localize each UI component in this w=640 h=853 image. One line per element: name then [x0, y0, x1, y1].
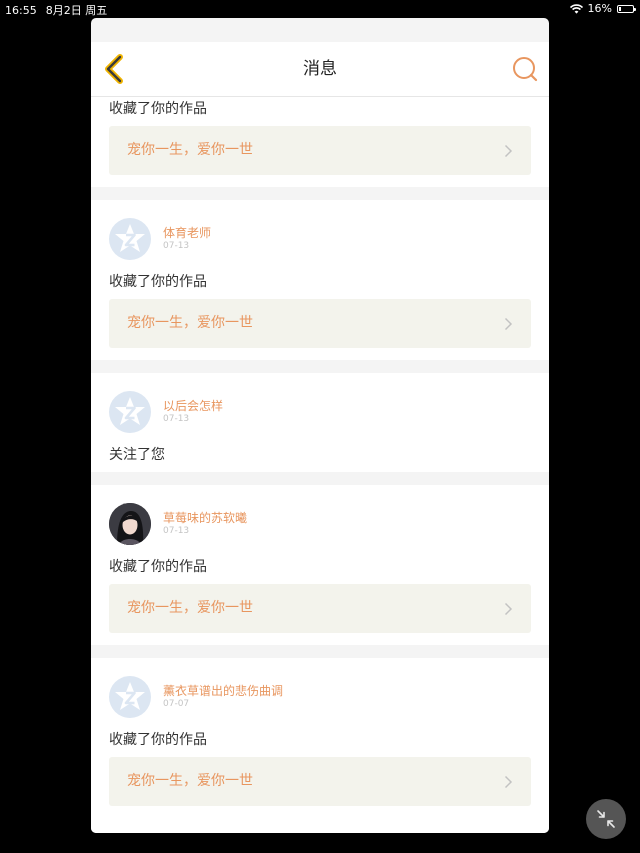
message-card: 收藏了你的作品 宠你一生，爱你一世 — [91, 97, 549, 187]
card-header: 薰衣草谱出的悲伤曲调 07-07 — [109, 676, 529, 718]
work-link[interactable]: 宠你一生，爱你一世 — [109, 126, 531, 175]
message-card: 体育老师 07-13 收藏了你的作品 宠你一生，爱你一世 — [91, 200, 549, 360]
app-panel: 消息 收藏了你的作品 宠你一生，爱你一世 体育老师 07-13 收藏了你的作品 — [91, 18, 549, 833]
message-date: 07-13 — [163, 526, 190, 536]
work-title: 宠你一生，爱你一世 — [127, 600, 253, 616]
action-text: 收藏了你的作品 — [109, 732, 207, 748]
chevron-right-icon — [504, 144, 513, 158]
message-feed[interactable]: 收藏了你的作品 宠你一生，爱你一世 体育老师 07-13 收藏了你的作品 宠你一… — [91, 97, 549, 833]
collapse-arrows-icon — [597, 810, 615, 828]
work-title: 宠你一生，爱你一世 — [127, 773, 253, 789]
nav-bar: 消息 — [91, 42, 549, 97]
chevron-right-icon — [504, 775, 513, 789]
message-card: 薰衣草谱出的悲伤曲调 07-07 收藏了你的作品 宠你一生，爱你一世 — [91, 658, 549, 833]
page-title: 消息 — [303, 59, 337, 79]
message-date: 07-07 — [163, 699, 190, 709]
card-header: 体育老师 07-13 — [109, 218, 529, 260]
username[interactable]: 草莓味的苏软曦 — [163, 509, 247, 526]
status-time: 16:55 — [5, 4, 37, 17]
work-title: 宠你一生，爱你一世 — [127, 142, 253, 158]
battery-percent: 16% — [587, 2, 612, 15]
action-text: 关注了您 — [109, 447, 165, 463]
default-avatar[interactable] — [109, 218, 151, 260]
work-title: 宠你一生，爱你一世 — [127, 315, 253, 331]
message-card: 以后会怎样 07-13 关注了您 — [91, 373, 549, 472]
work-link[interactable]: 宠你一生，爱你一世 — [109, 299, 531, 348]
status-bar: 16:55 8月2日 周五 16% — [0, 0, 640, 18]
default-avatar[interactable] — [109, 391, 151, 433]
status-left: 16:55 8月2日 周五 — [5, 2, 116, 18]
card-header: 以后会怎样 07-13 — [109, 391, 529, 433]
action-text: 收藏了你的作品 — [109, 559, 207, 575]
search-icon[interactable] — [511, 55, 539, 83]
message-date: 07-13 — [163, 414, 190, 424]
minimize-button[interactable] — [586, 799, 626, 839]
action-text: 收藏了你的作品 — [109, 274, 207, 290]
username[interactable]: 薰衣草谱出的悲伤曲调 — [163, 682, 283, 699]
chevron-right-icon — [504, 317, 513, 331]
username[interactable]: 体育老师 — [163, 224, 211, 241]
wifi-icon — [569, 3, 583, 14]
action-text: 收藏了你的作品 — [109, 101, 207, 117]
status-right: 16% — [569, 2, 636, 15]
status-date: 8月2日 周五 — [45, 4, 108, 17]
chevron-right-icon — [504, 602, 513, 616]
work-link[interactable]: 宠你一生，爱你一世 — [109, 757, 531, 806]
message-card: 草莓味的苏软曦 07-13 收藏了你的作品 宠你一生，爱你一世 — [91, 485, 549, 645]
default-avatar[interactable] — [109, 676, 151, 718]
photo-avatar[interactable] — [109, 503, 151, 545]
card-header: 草莓味的苏软曦 07-13 — [109, 503, 529, 545]
username[interactable]: 以后会怎样 — [163, 397, 223, 414]
work-link[interactable]: 宠你一生，爱你一世 — [109, 584, 531, 633]
message-date: 07-13 — [163, 241, 190, 251]
battery-icon — [617, 4, 636, 13]
